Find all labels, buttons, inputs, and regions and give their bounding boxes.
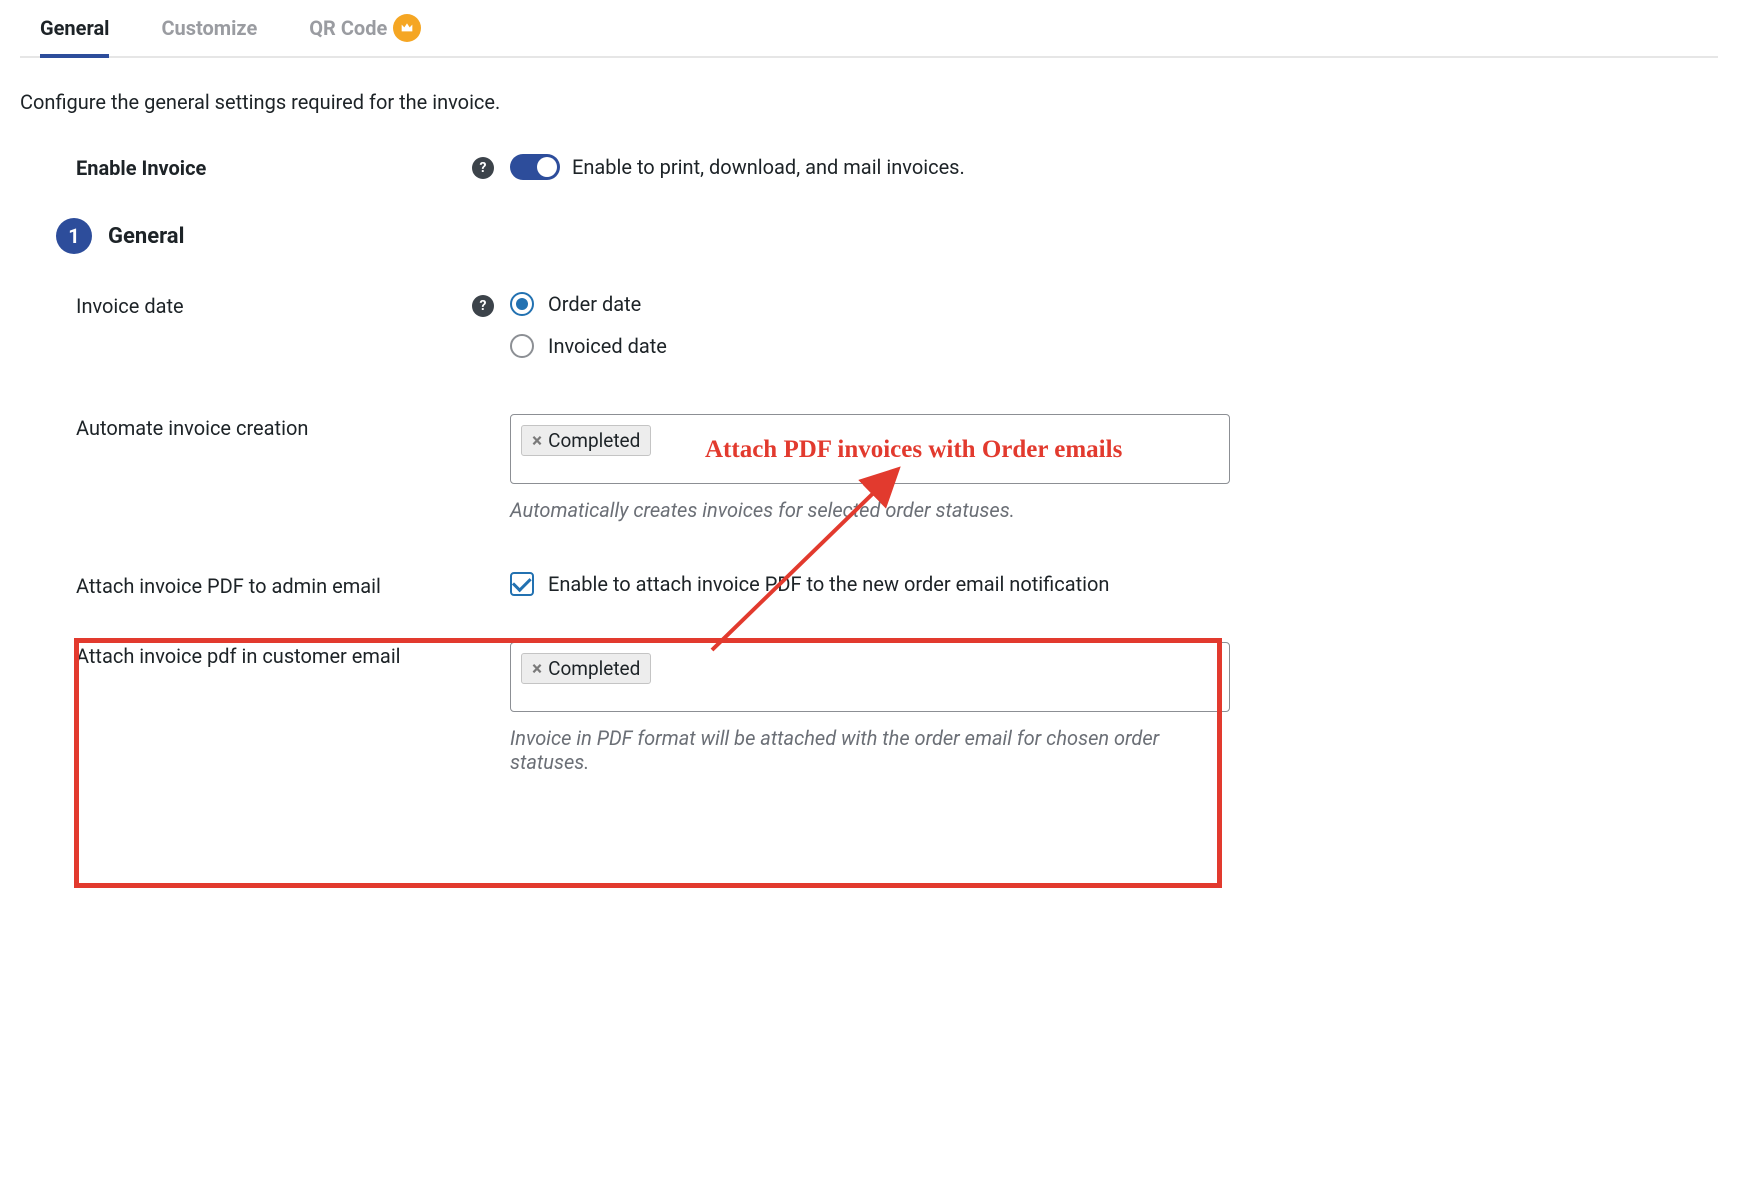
radio-invoiced-date-label: Invoiced date [548, 334, 667, 358]
enable-invoice-desc: Enable to print, download, and mail invo… [572, 155, 965, 179]
row-automate-invoice: Automate invoice creation × Completed Au… [20, 414, 1718, 522]
section-title: General [108, 224, 184, 249]
radio-invoiced-date[interactable]: Invoiced date [510, 334, 1230, 358]
row-customer-email: Attach invoice pdf in customer email × C… [20, 642, 1718, 774]
radio-icon [510, 334, 534, 358]
help-icon[interactable]: ? [472, 157, 494, 179]
status-tag-label: Completed [548, 657, 640, 680]
admin-email-checkbox[interactable] [510, 572, 534, 596]
row-enable-invoice: Enable Invoice ? Enable to print, downlo… [20, 154, 1718, 180]
section-header-general: 1 General [20, 218, 1718, 254]
automate-invoice-label: Automate invoice creation [76, 416, 308, 440]
tab-qrcode-label: QR Code [309, 16, 387, 40]
status-tag-completed: × Completed [521, 653, 651, 684]
close-icon[interactable]: × [532, 429, 542, 452]
admin-email-desc: Enable to attach invoice PDF to the new … [548, 572, 1109, 596]
close-icon[interactable]: × [532, 657, 542, 680]
radio-order-date[interactable]: Order date [510, 292, 1230, 316]
section-number-badge: 1 [56, 218, 92, 254]
admin-email-label: Attach invoice PDF to admin email [76, 574, 381, 598]
row-admin-email: Attach invoice PDF to admin email Enable… [20, 572, 1718, 598]
tab-general[interactable]: General [40, 0, 109, 56]
radio-order-date-label: Order date [548, 292, 641, 316]
help-icon[interactable]: ? [472, 295, 494, 317]
status-tag-label: Completed [548, 429, 640, 452]
status-tag-completed: × Completed [521, 425, 651, 456]
tab-customize[interactable]: Customize [161, 0, 257, 56]
enable-invoice-toggle[interactable] [510, 154, 560, 180]
customer-email-label: Attach invoice pdf in customer email [76, 644, 401, 668]
invoice-date-label: Invoice date [76, 294, 184, 318]
enable-invoice-label: Enable Invoice [76, 156, 206, 180]
automate-status-select[interactable]: × Completed [510, 414, 1230, 484]
crown-icon [393, 14, 421, 42]
row-invoice-date: Invoice date ? Order date Invoiced date [20, 292, 1718, 376]
tab-qrcode[interactable]: QR Code [309, 0, 421, 56]
settings-tabs: General Customize QR Code [20, 0, 1718, 58]
automate-hint: Automatically creates invoices for selec… [510, 498, 1230, 522]
customer-email-status-select[interactable]: × Completed [510, 642, 1230, 712]
customer-email-hint: Invoice in PDF format will be attached w… [510, 726, 1230, 774]
radio-icon [510, 292, 534, 316]
page-description: Configure the general settings required … [20, 90, 1718, 114]
